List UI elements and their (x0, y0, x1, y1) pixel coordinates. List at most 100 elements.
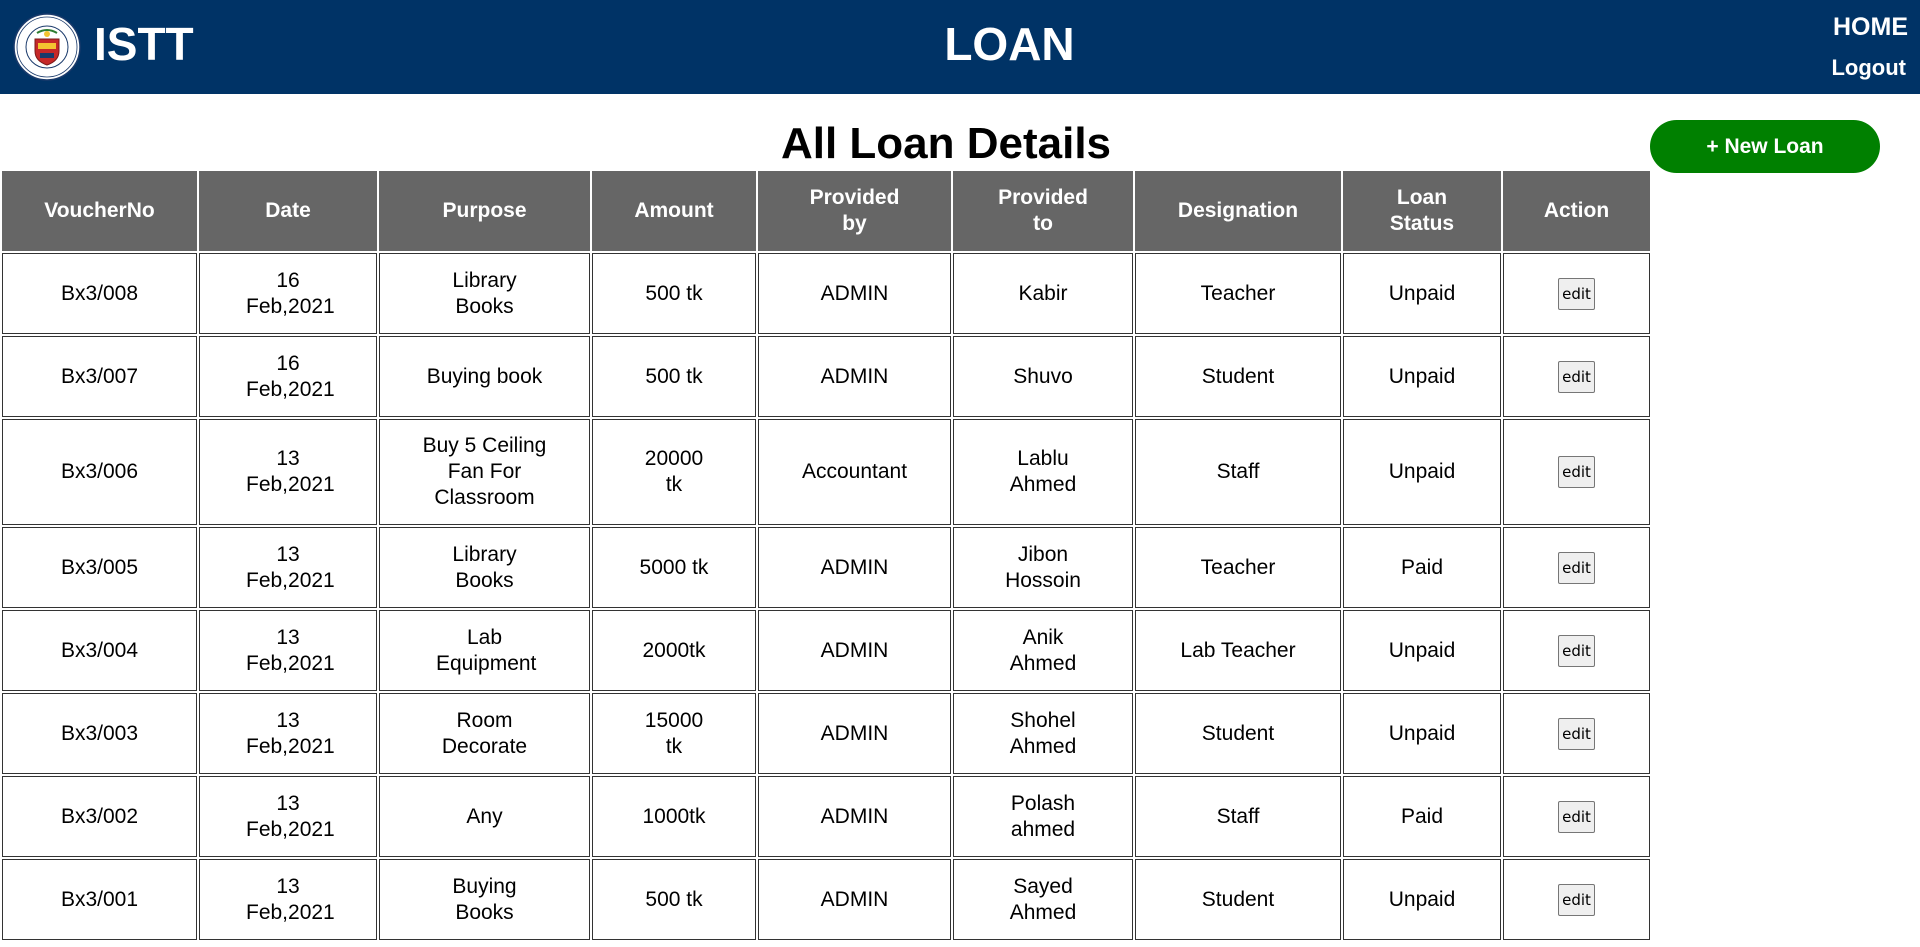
cell-provided-by: ADMIN (758, 776, 951, 857)
cell-purpose: Library Books (379, 253, 590, 334)
cell-provided-to: Polash ahmed (953, 776, 1133, 857)
column-header-loan-status: Loan Status (1343, 171, 1501, 251)
cell-amount: 15000 tk (592, 693, 756, 774)
cell-loan-status: Unpaid (1343, 859, 1501, 940)
cell-provided-by: ADMIN (758, 527, 951, 608)
nav-logout-link[interactable]: Logout (1831, 55, 1906, 81)
cell-provided-by: ADMIN (758, 610, 951, 691)
cell-date: 13 Feb,2021 (199, 693, 377, 774)
column-header-purpose: Purpose (379, 171, 590, 251)
cell-designation: Student (1135, 693, 1341, 774)
brand-name: ISTT (94, 18, 194, 70)
nav-home-link[interactable]: HOME (1833, 13, 1908, 42)
cell-loan-status: Unpaid (1343, 336, 1501, 417)
cell-provided-to: Lablu Ahmed (953, 419, 1133, 525)
cell-designation: Teacher (1135, 527, 1341, 608)
edit-button[interactable]: edit (1558, 551, 1595, 584)
cell-amount: 500 tk (592, 859, 756, 940)
edit-button[interactable]: edit (1558, 717, 1595, 750)
cell-date: 13 Feb,2021 (199, 859, 377, 940)
cell-provided-by: ADMIN (758, 336, 951, 417)
cell-amount: 1000tk (592, 776, 756, 857)
edit-button[interactable]: edit (1558, 634, 1595, 667)
cell-date: 16 Feb,2021 (199, 253, 377, 334)
edit-button[interactable]: edit (1558, 883, 1595, 916)
cell-provided-to: Jibon Hossoin (953, 527, 1133, 608)
cell-voucher: Bx3/004 (2, 610, 197, 691)
cell-designation: Staff (1135, 776, 1341, 857)
column-header-action: Action (1503, 171, 1650, 251)
column-header-designation: Designation (1135, 171, 1341, 251)
cell-date: 16 Feb,2021 (199, 336, 377, 417)
page-title: LOAN (944, 18, 1075, 70)
edit-button[interactable]: edit (1558, 360, 1595, 393)
cell-designation: Lab Teacher (1135, 610, 1341, 691)
cell-designation: Teacher (1135, 253, 1341, 334)
table-row: Bx3/001 13 Feb,2021 Buying Books 500 tk … (2, 859, 1650, 940)
cell-provided-by: Accountant (758, 419, 951, 525)
new-loan-button[interactable]: + New Loan (1650, 120, 1880, 173)
edit-button[interactable]: edit (1558, 800, 1595, 833)
cell-action: edit (1503, 859, 1650, 940)
cell-amount: 20000 tk (592, 419, 756, 525)
cell-provided-by: ADMIN (758, 253, 951, 334)
section-title: All Loan Details (780, 119, 1112, 168)
cell-voucher: Bx3/007 (2, 336, 197, 417)
cell-purpose: Buy 5 Ceiling Fan For Classroom (379, 419, 590, 525)
table-row: Bx3/007 16 Feb,2021 Buying book 500 tk A… (2, 336, 1650, 417)
cell-loan-status: Unpaid (1343, 610, 1501, 691)
cell-action: edit (1503, 336, 1650, 417)
cell-date: 13 Feb,2021 (199, 527, 377, 608)
cell-voucher: Bx3/006 (2, 419, 197, 525)
cell-voucher: Bx3/001 (2, 859, 197, 940)
cell-purpose: Library Books (379, 527, 590, 608)
top-navbar: ISTT LOAN HOME Logout (0, 0, 1920, 94)
cell-purpose: Lab Equipment (379, 610, 590, 691)
cell-provided-by: ADMIN (758, 859, 951, 940)
edit-button[interactable]: edit (1558, 277, 1595, 310)
cell-action: edit (1503, 693, 1650, 774)
cell-loan-status: Paid (1343, 527, 1501, 608)
cell-purpose: Buying Books (379, 859, 590, 940)
cell-designation: Staff (1135, 419, 1341, 525)
table-row: Bx3/004 13 Feb,2021 Lab Equipment 2000tk… (2, 610, 1650, 691)
cell-voucher: Bx3/008 (2, 253, 197, 334)
cell-loan-status: Paid (1343, 776, 1501, 857)
cell-amount: 500 tk (592, 336, 756, 417)
institute-logo (13, 13, 81, 81)
cell-date: 13 Feb,2021 (199, 610, 377, 691)
cell-loan-status: Unpaid (1343, 693, 1501, 774)
cell-action: edit (1503, 253, 1650, 334)
cell-action: edit (1503, 776, 1650, 857)
table-row: Bx3/002 13 Feb,2021 Any 1000tk ADMIN Pol… (2, 776, 1650, 857)
table-row: Bx3/008 16 Feb,2021 Library Books 500 tk… (2, 253, 1650, 334)
loan-table: VoucherNo Date Purpose Amount Provided b… (0, 169, 1652, 942)
cell-voucher: Bx3/002 (2, 776, 197, 857)
column-header-date: Date (199, 171, 377, 251)
cell-designation: Student (1135, 336, 1341, 417)
cell-purpose: Any (379, 776, 590, 857)
cell-action: edit (1503, 610, 1650, 691)
column-header-provided-by: Provided by (758, 171, 951, 251)
cell-loan-status: Unpaid (1343, 253, 1501, 334)
cell-action: edit (1503, 527, 1650, 608)
cell-purpose: Buying book (379, 336, 590, 417)
cell-action: edit (1503, 419, 1650, 525)
cell-provided-to: Sayed Ahmed (953, 859, 1133, 940)
table-row: Bx3/006 13 Feb,2021 Buy 5 Ceiling Fan Fo… (2, 419, 1650, 525)
table-row: Bx3/003 13 Feb,2021 Room Decorate 15000 … (2, 693, 1650, 774)
edit-button[interactable]: edit (1558, 456, 1595, 488)
cell-date: 13 Feb,2021 (199, 776, 377, 857)
cell-amount: 5000 tk (592, 527, 756, 608)
cell-date: 13 Feb,2021 (199, 419, 377, 525)
cell-voucher: Bx3/003 (2, 693, 197, 774)
column-header-voucher: VoucherNo (2, 171, 197, 251)
cell-amount: 2000tk (592, 610, 756, 691)
cell-designation: Student (1135, 859, 1341, 940)
column-header-provided-to: Provided to (953, 171, 1133, 251)
cell-loan-status: Unpaid (1343, 419, 1501, 525)
cell-purpose: Room Decorate (379, 693, 590, 774)
table-row: Bx3/005 13 Feb,2021 Library Books 5000 t… (2, 527, 1650, 608)
table-header-row: VoucherNo Date Purpose Amount Provided b… (2, 171, 1650, 251)
cell-amount: 500 tk (592, 253, 756, 334)
